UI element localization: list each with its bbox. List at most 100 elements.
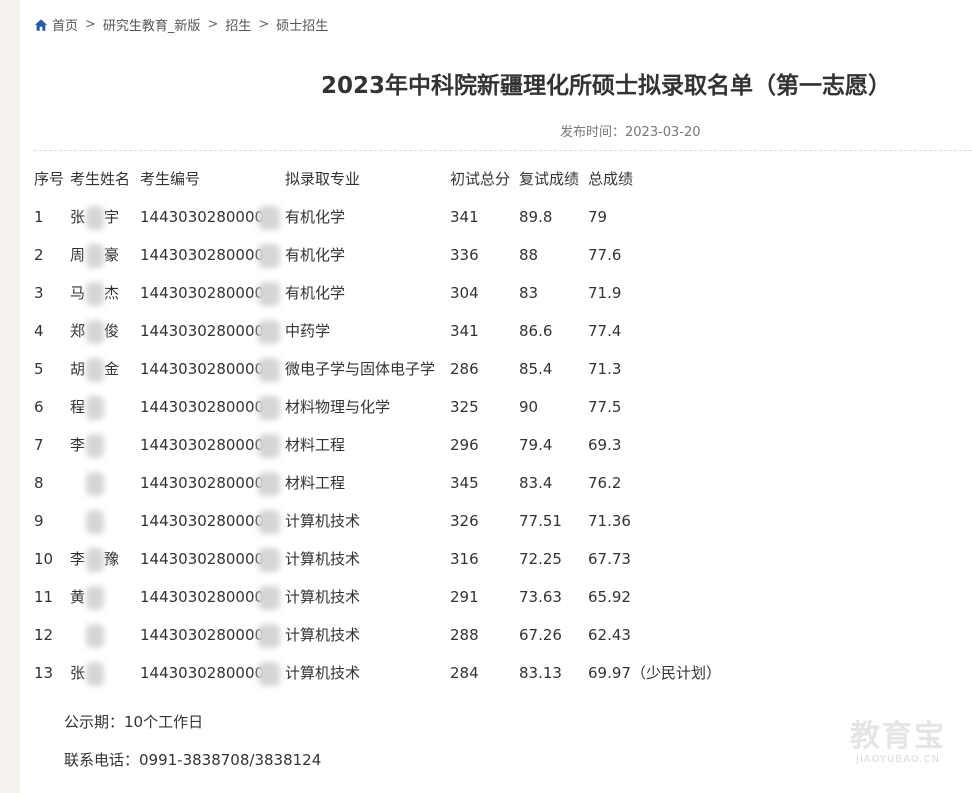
redacted-id-mask [258, 472, 280, 496]
cell-major: 材料物理与化学 [285, 398, 391, 416]
article-title: 2023年中科院新疆理化所硕士拟录取名单（第一志愿） [320, 73, 891, 99]
redacted-name-mask [86, 320, 104, 344]
cell-name: 张 [70, 664, 86, 682]
cell-retest-score: 72.25 [519, 550, 562, 568]
cell-retest-score: 77.51 [519, 512, 562, 530]
cell-retest-score: 86.6 [519, 322, 553, 340]
watermark-text: 教育宝 [850, 719, 946, 754]
cell-retest-score: 85.4 [519, 360, 553, 378]
cell-major: 材料工程 [285, 436, 346, 454]
cell-total-score: 69.3 [588, 436, 622, 454]
cell-name: 周 [70, 246, 86, 264]
redacted-id-mask [258, 244, 280, 268]
cell-total-score: 77.4 [588, 322, 622, 340]
redacted-id-mask [258, 510, 280, 534]
publish-date: 发布时间：2023-03-20 [560, 121, 701, 140]
cell-name: 黄 [70, 588, 86, 606]
cell-initial-score: 316 [450, 550, 479, 568]
redacted-id-mask [258, 282, 280, 306]
breadcrumb: 首页 > 研究生教育_新版 > 招生 > 硕士招生 [34, 15, 328, 34]
watermark-logo: 教育宝 JIAOYUBAO.CN [842, 719, 954, 766]
cell-initial-score: 296 [450, 436, 479, 454]
cell-name: 李 [70, 436, 86, 454]
cell-exam-id: 1443030280000 [140, 322, 265, 340]
cell-exam-id: 1443030280000 [140, 474, 265, 492]
cell-major: 中药学 [285, 322, 331, 340]
redacted-name-mask [86, 548, 104, 572]
redacted-name-mask [86, 244, 104, 268]
cell-no: 5 [34, 360, 44, 378]
header-no: 序号 [34, 170, 65, 188]
cell-no: 9 [34, 512, 44, 530]
cell-exam-id: 1443030280000 [140, 550, 265, 568]
redacted-name-mask [86, 662, 104, 686]
cell-no: 13 [34, 664, 54, 682]
cell-retest-score: 79.4 [519, 436, 553, 454]
cell-major: 有机化学 [285, 246, 346, 264]
cell-retest-score: 89.8 [519, 208, 553, 226]
cell-no: 4 [34, 322, 44, 340]
cell-exam-id: 1443030280000 [140, 512, 265, 530]
publish-date-label: 发布时间： [560, 125, 626, 140]
breadcrumb-home-link[interactable]: 首页 [52, 15, 78, 34]
cell-initial-score: 325 [450, 398, 479, 416]
cell-initial-score: 336 [450, 246, 479, 264]
cell-name-tail: 宇 [104, 208, 120, 226]
cell-major: 计算机技术 [285, 664, 361, 682]
cell-initial-score: 304 [450, 284, 479, 302]
publish-date-value: 2023-03-20 [625, 125, 701, 140]
cell-no: 12 [34, 626, 54, 644]
cell-name: 胡 [70, 360, 86, 378]
breadcrumb-link-admissions[interactable]: 招生 [225, 15, 251, 34]
cell-exam-id: 1443030280000 [140, 246, 265, 264]
cell-exam-id: 1443030280000 [140, 208, 265, 226]
cell-exam-id: 1443030280000 [140, 664, 265, 682]
redacted-name-mask [86, 586, 104, 610]
redacted-id-mask [258, 662, 280, 686]
header-exam-id: 考生编号 [140, 170, 201, 188]
cell-name: 马 [70, 284, 86, 302]
breadcrumb-separator: > [85, 17, 96, 32]
redacted-name-mask [86, 206, 104, 230]
redacted-name-mask [86, 358, 104, 382]
cell-retest-score: 67.26 [519, 626, 562, 644]
cell-total-score: 65.92 [588, 588, 631, 606]
cell-initial-score: 288 [450, 626, 479, 644]
cell-exam-id: 1443030280000 [140, 360, 265, 378]
redacted-name-mask [86, 510, 104, 534]
cell-name-tail: 金 [104, 360, 120, 378]
cell-major: 计算机技术 [285, 512, 361, 530]
title-divider [34, 150, 972, 151]
redacted-name-mask [86, 434, 104, 458]
cell-total-score: 62.43 [588, 626, 631, 644]
cell-no: 6 [34, 398, 44, 416]
cell-exam-id: 1443030280000 [140, 398, 265, 416]
cell-exam-id: 1443030280000 [140, 588, 265, 606]
redacted-id-mask [258, 624, 280, 648]
header-retest-score: 复试成绩 [519, 170, 580, 188]
redacted-id-mask [258, 320, 280, 344]
redacted-id-mask [258, 434, 280, 458]
cell-retest-score: 88 [519, 246, 539, 264]
breadcrumb-link-master-admissions[interactable]: 硕士招生 [276, 15, 328, 34]
cell-no: 2 [34, 246, 44, 264]
breadcrumb-separator: > [258, 17, 270, 32]
cell-total-score: 71.36 [588, 512, 631, 530]
cell-no: 7 [34, 436, 44, 454]
cell-total-score: 77.6 [588, 246, 622, 264]
redacted-id-mask [258, 548, 280, 572]
cell-exam-id: 1443030280000 [140, 626, 265, 644]
watermark-domain: JIAOYUBAO.CN [856, 754, 940, 765]
cell-no: 1 [34, 208, 44, 226]
cell-initial-score: 345 [450, 474, 479, 492]
redacted-id-mask [258, 206, 280, 230]
breadcrumb-link-graduate-education[interactable]: 研究生教育_新版 [103, 15, 201, 34]
cell-initial-score: 291 [450, 588, 479, 606]
cell-exam-id: 1443030280000 [140, 284, 265, 302]
cell-name: 李 [70, 550, 86, 568]
cell-retest-score: 90 [519, 398, 539, 416]
cell-total-score: 76.2 [588, 474, 622, 492]
home-icon [34, 18, 48, 31]
header-initial-score: 初试总分 [450, 170, 511, 188]
cell-retest-score: 83.13 [519, 664, 562, 682]
